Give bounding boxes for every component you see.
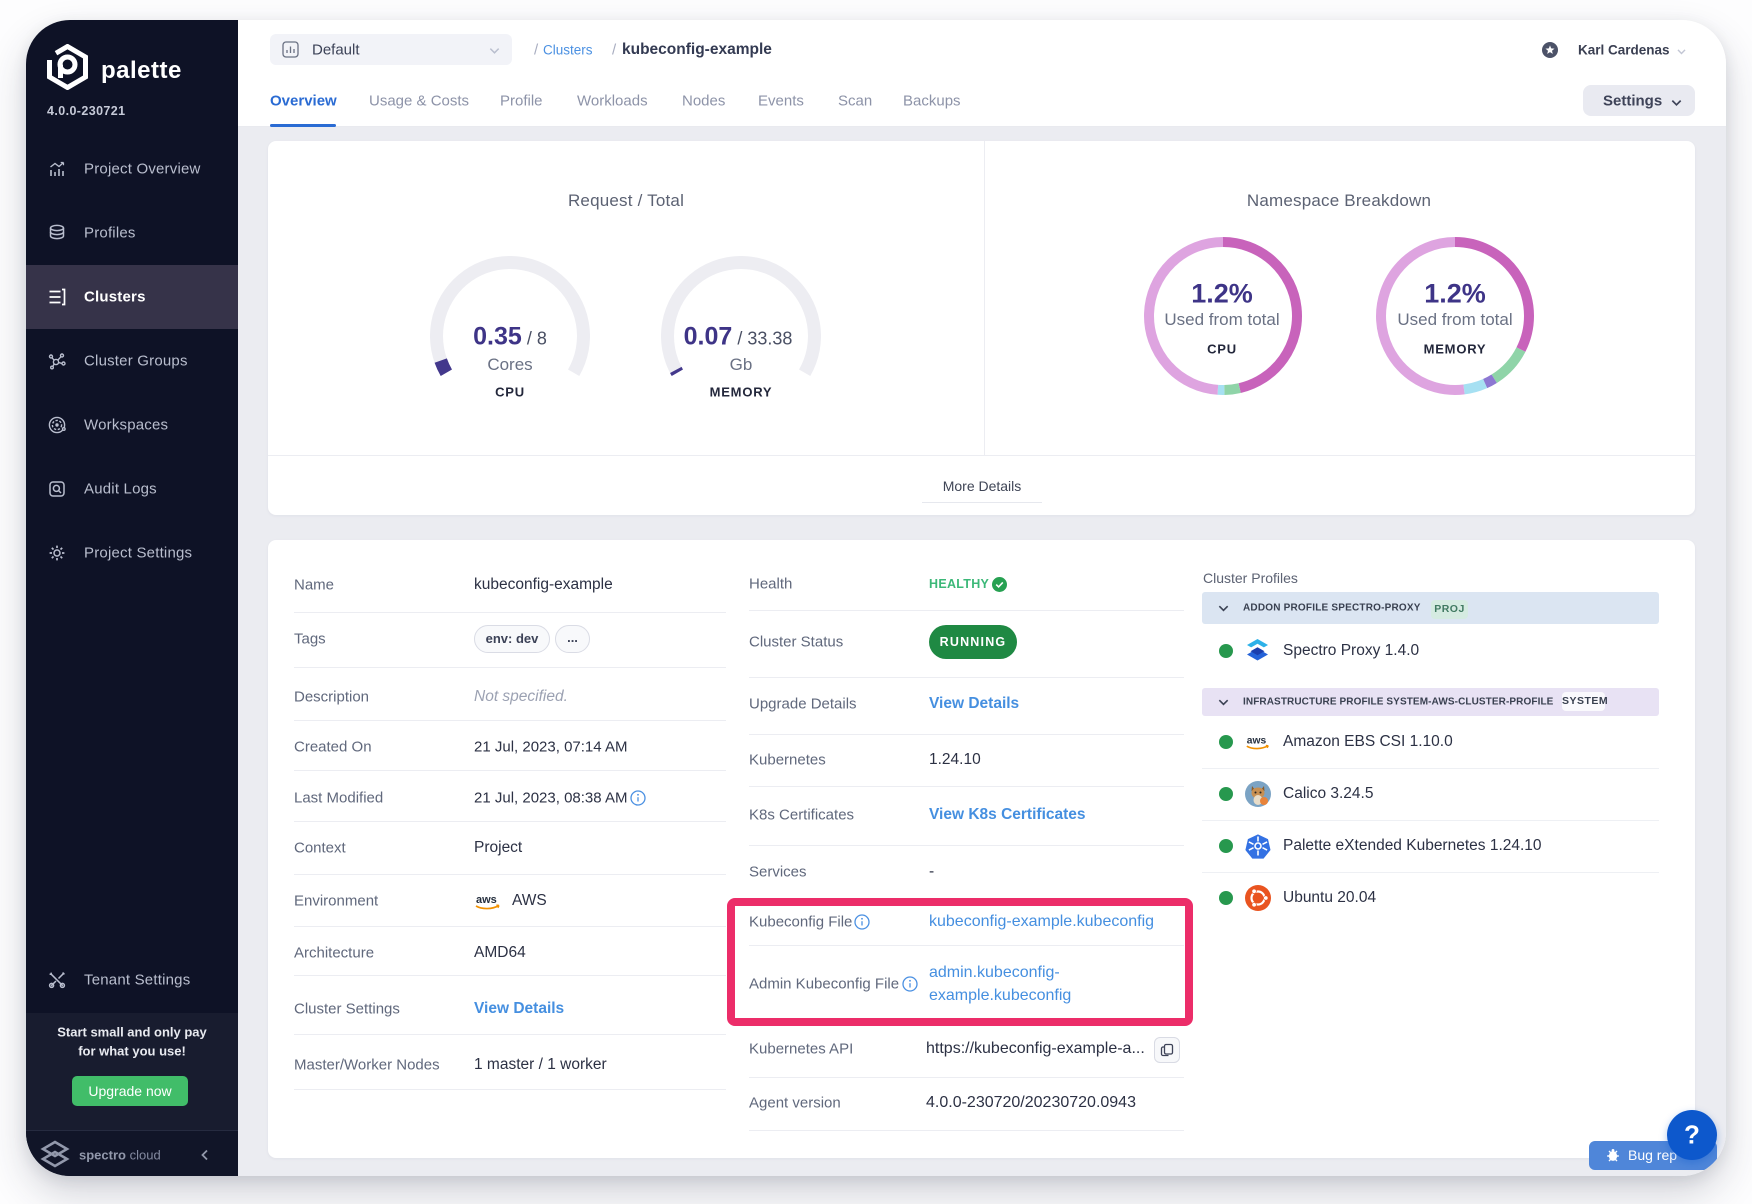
svg-text:aws: aws <box>476 894 497 906</box>
svg-text:aws: aws <box>1247 735 1267 746</box>
